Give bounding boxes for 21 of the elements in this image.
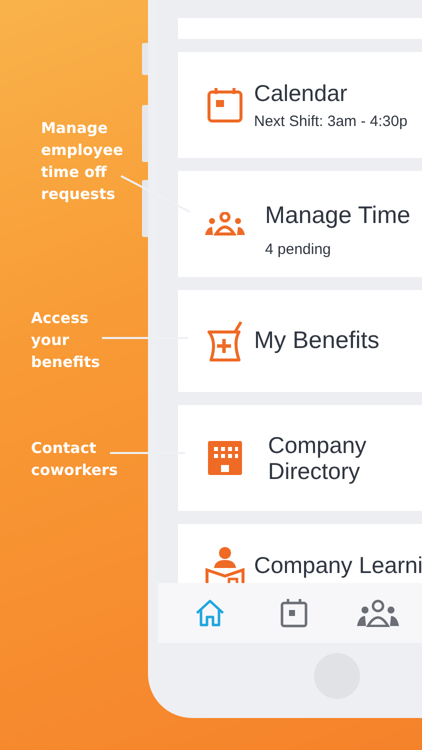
people-icon <box>204 212 246 236</box>
card-subtitle: Next Shift: 3am - 4:30p <box>254 112 408 130</box>
card-title: Calendar <box>254 80 348 107</box>
menu-card[interactable]: Calendar Next Shift: 3am - 4:30p <box>178 52 422 158</box>
callout-text: Manage employee time off requests <box>41 118 124 205</box>
card-subtitle: 4 pending <box>265 241 332 258</box>
menu-card[interactable]: Company Directory <box>178 405 422 511</box>
card-title: My Benefits <box>254 327 380 355</box>
card-title: Manage Time <box>265 202 410 230</box>
mortar-pestle-icon <box>205 320 245 362</box>
menu-card[interactable]: Company Learni <box>178 524 422 583</box>
reader-icon <box>205 546 245 583</box>
card-title: Company Directory <box>268 432 368 484</box>
people-tab[interactable] <box>356 597 400 629</box>
building-icon <box>206 439 244 477</box>
callout-text: Contact coworkers <box>31 438 117 481</box>
callout-text: Access your benefits <box>31 308 101 373</box>
card-title: Company Learni <box>254 552 422 578</box>
calendar-icon <box>206 86 244 124</box>
menu-card[interactable]: My Benefits <box>178 290 422 392</box>
menu-card[interactable]: Manage Time 4 pending <box>178 171 422 277</box>
